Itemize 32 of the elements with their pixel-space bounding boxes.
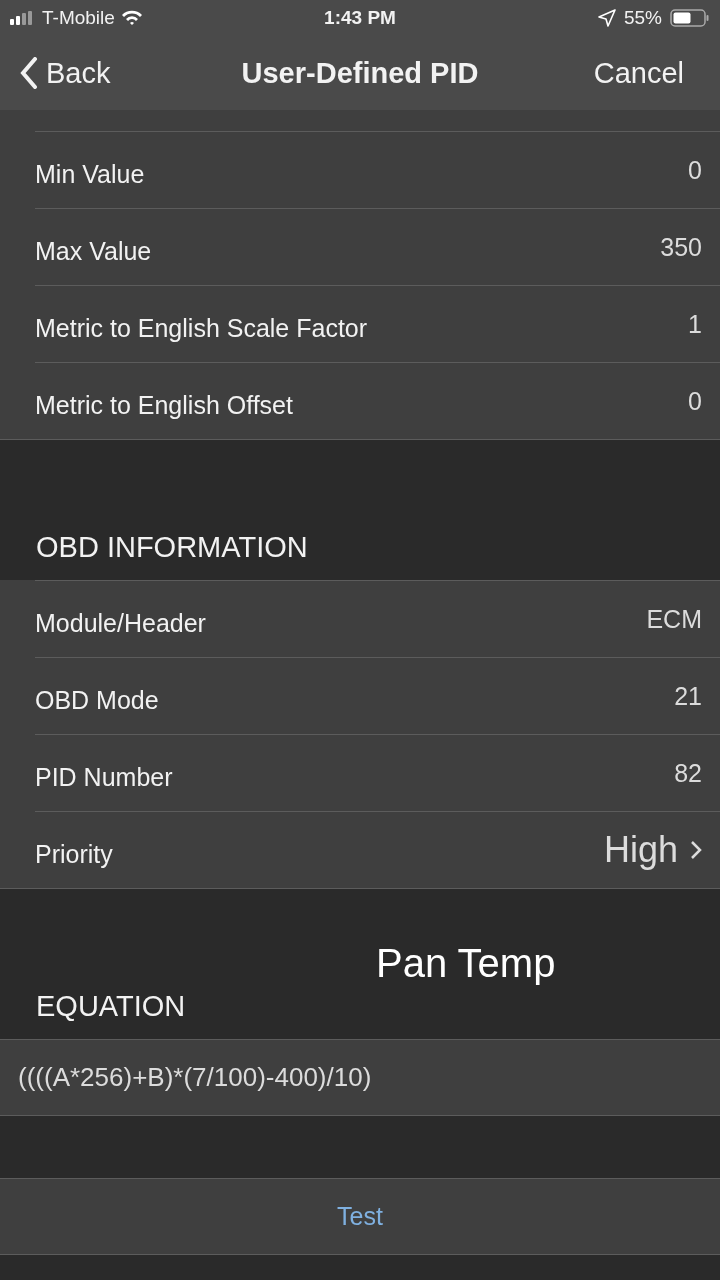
row-label: Metric to English Offset	[35, 389, 294, 420]
row-label: Max Value	[35, 235, 153, 266]
test-button[interactable]: Test	[0, 1178, 720, 1255]
battery-percent: 55%	[623, 7, 662, 29]
section-header: OBD INFORMATION	[36, 531, 308, 564]
row-value: 1	[688, 309, 702, 339]
location-icon	[597, 9, 616, 27]
row-value: 0	[688, 155, 702, 185]
wifi-icon	[120, 10, 143, 26]
battery-icon	[670, 9, 710, 27]
overlay-label: Pan Temp	[376, 941, 557, 986]
section-header: EQUATION	[36, 990, 187, 1023]
back-chevron-icon	[20, 57, 38, 89]
status-time: 1:43 PM	[324, 7, 396, 28]
equation-field[interactable]: ((((A*256)+B)*(7/100)-400)/10)	[0, 1039, 720, 1116]
row-label: Min Value	[35, 158, 146, 189]
chevron-icon	[690, 840, 702, 860]
cancel-button[interactable]: Cancel	[593, 56, 684, 90]
screen-title: User-Defined PID	[241, 56, 479, 89]
back-button[interactable]: Back	[20, 56, 111, 90]
row-value: ECM	[646, 604, 702, 634]
row-label: Priority	[35, 838, 114, 869]
row-label: Metric to English Scale Factor	[35, 312, 369, 343]
row-label: Module/Header	[35, 607, 207, 638]
row-value: 0	[688, 386, 702, 416]
row-value: 82	[674, 758, 702, 788]
carrier-name: T-Mobile	[42, 7, 115, 29]
row-label: PID Number	[35, 761, 174, 792]
row-value: 21	[674, 681, 702, 711]
priority-value: High	[603, 829, 678, 871]
row-value: 350	[660, 232, 702, 262]
row-label: OBD Mode	[35, 684, 160, 715]
